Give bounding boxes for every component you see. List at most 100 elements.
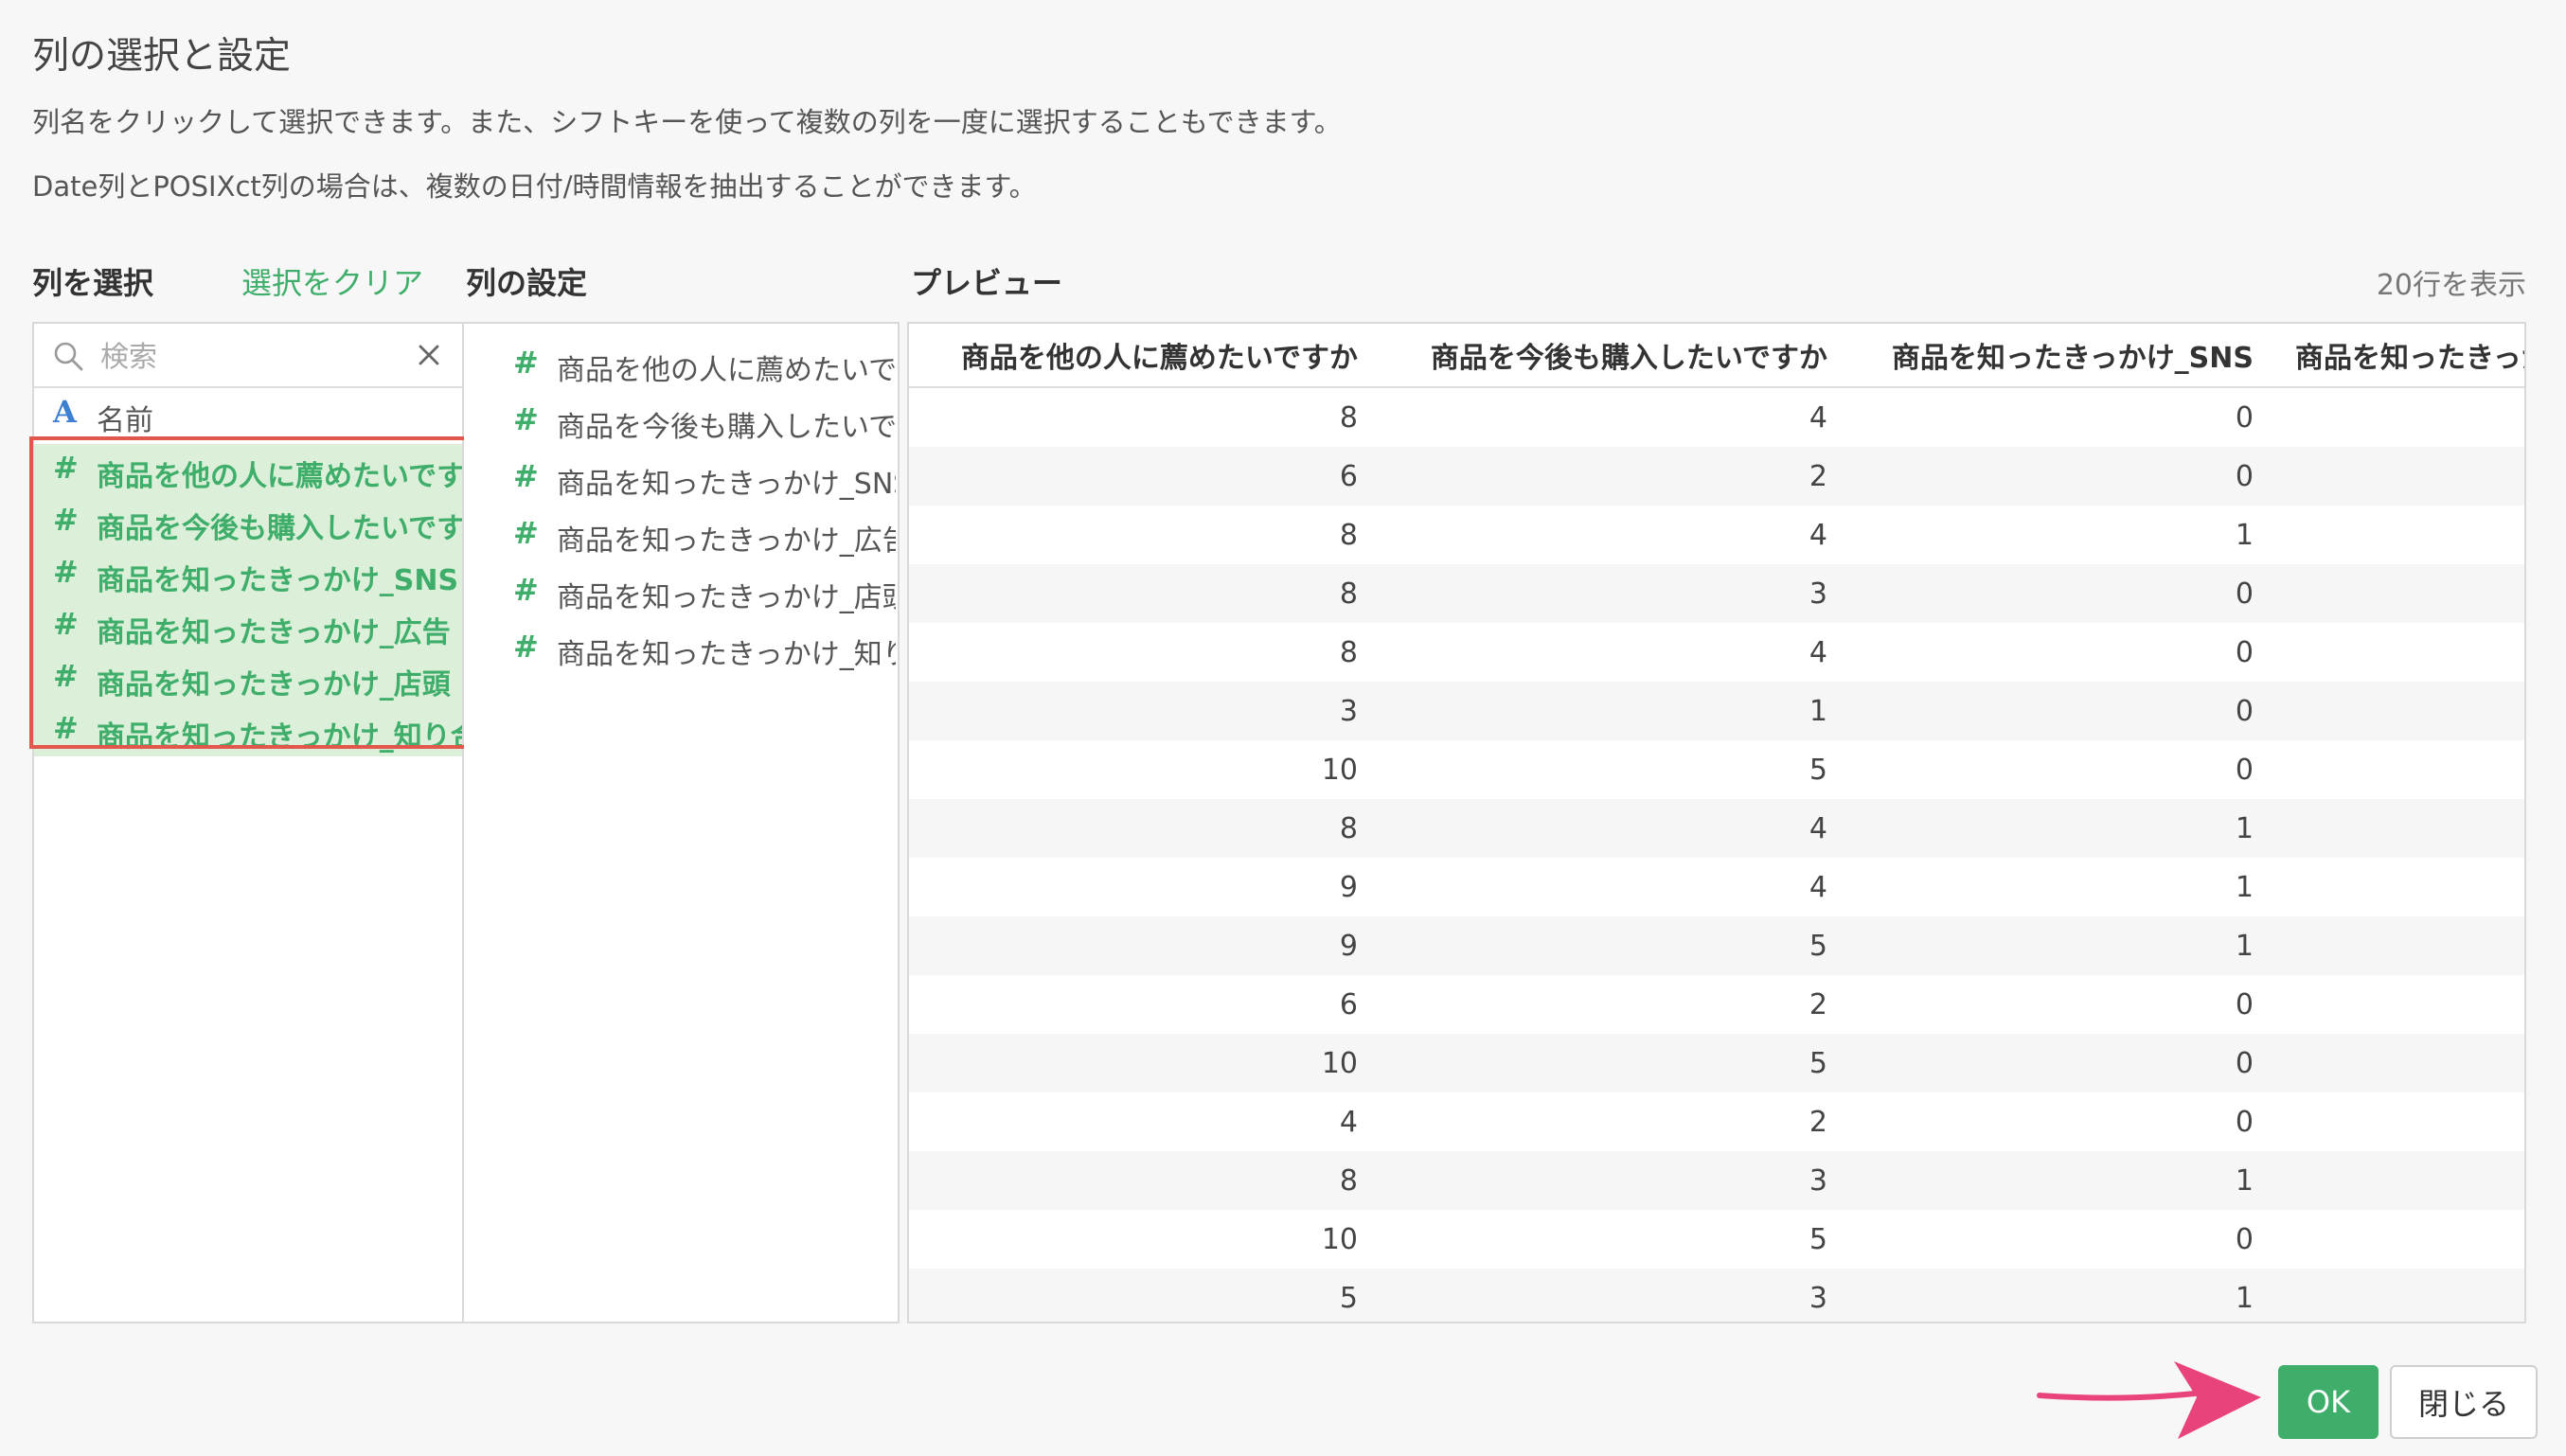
number-type-icon: # [53, 502, 79, 538]
table-cell [2274, 1269, 2524, 1322]
table-row: 8 4 1 [909, 506, 2524, 564]
table-cell [2274, 740, 2524, 799]
settings-item[interactable]: # 商品を知ったきっかけ_広告 [464, 507, 896, 560]
preview-table: 商品を他の人に薦めたいですか 商品を今後も購入したいですか 商品を知ったきっかけ… [909, 324, 2524, 1322]
table-cell: 0 [2235, 753, 2254, 787]
table-cell: 10 [1321, 753, 1358, 787]
preview-column-header[interactable]: 商品を今後も購入したいですか [1379, 324, 1848, 388]
settings-item-label: 商品を知ったきっかけ_知り合い [557, 638, 896, 671]
table-row: 10 5 0 [909, 740, 2524, 799]
table-cell: 5 [1809, 753, 1827, 787]
rows-shown-note: 20行を表示 [2376, 269, 2526, 302]
search-input[interactable] [98, 335, 396, 379]
column-item-repurchase[interactable]: # 商品を今後も購入したいですか [34, 496, 462, 548]
table-row: 620 [909, 447, 2524, 506]
settings-item[interactable]: # 商品を知ったきっかけ_店頭 [464, 564, 896, 617]
table-cell: 10 [1321, 1222, 1358, 1256]
table-cell: 9 [909, 916, 1379, 975]
table-cell: 9 [1339, 870, 1358, 904]
table-cell: 1 [2235, 518, 2254, 552]
table-cell: 0 [2235, 987, 2254, 1021]
table-cell: 5 [1379, 916, 1848, 975]
table-cell [2274, 506, 2524, 564]
table-cell: 0 [1848, 564, 2274, 623]
table-row: 8 4 0 [909, 387, 2524, 447]
number-type-icon: # [53, 554, 79, 590]
table-cell: 4 [1809, 400, 1827, 435]
number-type-icon: # [513, 401, 539, 437]
column-item-name[interactable]: A 名前 [34, 388, 462, 440]
table-row: 8 4 0 [909, 623, 2524, 682]
number-type-icon: # [53, 606, 79, 642]
table-row: 4 2 0 [909, 1092, 2524, 1151]
table-cell: 8 [909, 799, 1379, 858]
column-item-ad[interactable]: # 商品を知ったきっかけ_広告 [34, 600, 462, 652]
column-settings-panel: # 商品を他の人に薦めたいですか # 商品を今後も購入したいですか # 商品を知… [464, 322, 900, 1323]
close-icon[interactable] [415, 341, 443, 369]
table-cell [2274, 1034, 2524, 1092]
clear-selection-link[interactable]: 選択をクリア [241, 259, 423, 303]
table-cell: 0 [1848, 1034, 2274, 1092]
close-button[interactable]: 閉じる [2390, 1365, 2538, 1439]
table-cell: 0 [1848, 447, 2274, 506]
column-item-label: 商品を知ったきっかけ_知り合い [97, 720, 462, 754]
table-cell: 4 [1339, 1105, 1358, 1139]
settings-item[interactable]: # 商品を他の人に薦めたいですか [464, 337, 896, 390]
table-cell: 6 [1339, 987, 1358, 1021]
number-type-icon: # [513, 345, 539, 381]
table-cell [2274, 623, 2524, 682]
column-item-store[interactable]: # 商品を知ったきっかけ_店頭 [34, 652, 462, 704]
table-cell: 3 [1379, 564, 1848, 623]
number-type-icon: # [513, 629, 539, 665]
number-type-icon: # [513, 515, 539, 551]
table-cell: 1 [1848, 1151, 2274, 1210]
dialog-description-1: 列名をクリックして選択できます。また、シフトキーを使って複数の列を一度に選択する… [32, 106, 1342, 138]
table-cell: 4 [1809, 635, 1827, 669]
dialog-description-2: Date列とPOSIXct列の場合は、複数の日付/時間情報を抽出することができま… [32, 170, 1037, 203]
table-row: 830 [909, 564, 2524, 623]
column-item-recommend[interactable]: # 商品を他の人に薦めたいですか [34, 444, 462, 496]
table-row: 9 4 1 [909, 858, 2524, 916]
select-columns-heading: 列を選択 [32, 265, 154, 301]
table-cell [2274, 387, 2524, 447]
pointer-arrow-icon [2037, 1361, 2261, 1439]
settings-item-label: 商品を他の人に薦めたいですか [557, 354, 896, 387]
table-cell: 2 [1809, 987, 1827, 1021]
preview-column-header[interactable]: 商品を知ったきっかけ_広告 [2274, 324, 2524, 388]
column-settings-heading: 列の設定 [466, 265, 588, 301]
column-item-acquaintance[interactable]: # 商品を知ったきっかけ_知り合い [34, 704, 462, 756]
table-cell: 0 [1848, 682, 2274, 740]
column-item-label: 商品を他の人に薦めたいですか [97, 460, 462, 493]
table-cell: 8 [1339, 518, 1358, 552]
preview-column-header[interactable]: 商品を他の人に薦めたいですか [909, 324, 1379, 388]
table-row: 10 5 0 [909, 1034, 2524, 1092]
preview-table-container[interactable]: 商品を他の人に薦めたいですか 商品を今後も購入したいですか 商品を知ったきっかけ… [907, 322, 2526, 1323]
column-select-panel: A 名前 # 商品を他の人に薦めたいですか # 商品を今後も購入したいですか #… [32, 322, 464, 1323]
table-cell: 3 [1379, 1269, 1848, 1322]
table-cell: 1 [1379, 682, 1848, 740]
preview-header-row: 商品を他の人に薦めたいですか 商品を今後も購入したいですか 商品を知ったきっかけ… [909, 324, 2524, 388]
settings-item-label: 商品を知ったきっかけ_SNS [557, 468, 896, 501]
table-cell [2274, 564, 2524, 623]
table-cell: 3 [909, 682, 1379, 740]
column-item-label: 商品を知ったきっかけ_広告 [97, 616, 451, 649]
table-cell: 0 [2235, 400, 2254, 435]
table-cell: 1 [1848, 1269, 2274, 1322]
column-item-label: 商品を今後も購入したいですか [97, 512, 462, 545]
number-type-icon: # [53, 658, 79, 694]
column-item-sns[interactable]: # 商品を知ったきっかけ_SNS [34, 548, 462, 600]
settings-item[interactable]: # 商品を今後も購入したいですか [464, 394, 896, 447]
settings-item-label: 商品を今後も購入したいですか [557, 411, 896, 444]
preview-column-header[interactable]: 商品を知ったきっかけ_SNS [1848, 324, 2274, 388]
table-cell: 1 [1848, 916, 2274, 975]
table-cell [2274, 799, 2524, 858]
table-cell: 4 [1809, 518, 1827, 552]
table-cell: 10 [909, 1034, 1379, 1092]
ok-button[interactable]: OK [2278, 1365, 2379, 1439]
settings-item[interactable]: # 商品を知ったきっかけ_SNS [464, 451, 896, 504]
settings-item[interactable]: # 商品を知ったきっかけ_知り合い [464, 621, 896, 674]
table-row: 10 5 0 [909, 1210, 2524, 1269]
search-icon [54, 342, 83, 371]
table-cell: 4 [1809, 870, 1827, 904]
column-item-label: 名前 [97, 404, 153, 437]
